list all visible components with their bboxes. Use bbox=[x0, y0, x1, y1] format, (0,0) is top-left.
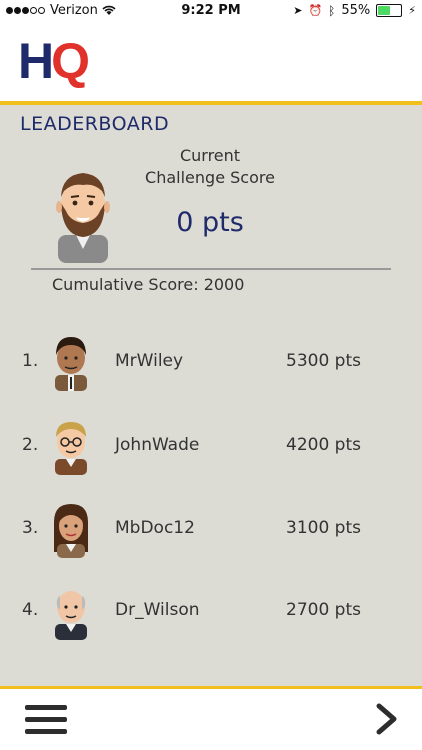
cumulative-score: Cumulative Score: 2000 bbox=[52, 275, 245, 294]
rank-number: 2. bbox=[22, 435, 39, 455]
current-score-value: 0 pts bbox=[176, 207, 244, 238]
leaderboard-row[interactable]: 1. MrWiley 5300 pts bbox=[0, 333, 422, 393]
male-avatar-icon bbox=[55, 337, 87, 391]
chevron-right-icon[interactable] bbox=[374, 702, 400, 736]
player-points: 5300 pts bbox=[286, 351, 361, 371]
location-icon: ➤ bbox=[293, 4, 303, 17]
rank-number: 4. bbox=[22, 600, 39, 620]
bluetooth-icon: ᛒ bbox=[328, 3, 336, 18]
hq-logo[interactable]: HQ bbox=[18, 36, 90, 86]
player-name: MrWiley bbox=[115, 351, 184, 371]
app-header: HQ bbox=[0, 22, 422, 102]
player-points: 3100 pts bbox=[286, 518, 361, 538]
leaderboard-panel: LEADERBOARD Current Challenge Score 0 pt… bbox=[0, 105, 422, 687]
alarm-icon: ⏰ bbox=[308, 4, 323, 17]
page-title: LEADERBOARD bbox=[20, 113, 170, 135]
player-name: Dr_Wilson bbox=[115, 600, 200, 620]
glasses-avatar-icon bbox=[55, 422, 87, 475]
player-name: JohnWade bbox=[115, 435, 200, 455]
leaderboard-row[interactable]: 2. JohnWade 4200 pts bbox=[0, 417, 422, 477]
score-divider bbox=[31, 268, 391, 270]
leaderboard-row[interactable]: 3. MbDoc12 3100 pts bbox=[0, 500, 422, 560]
bottom-nav bbox=[0, 689, 422, 750]
status-bar: Verizon 9:22 PM ➤ ⏰ ᛒ 55% ⚡ bbox=[0, 0, 422, 22]
player-points: 2700 pts bbox=[286, 600, 361, 620]
rank-number: 3. bbox=[22, 518, 39, 538]
battery-icon bbox=[376, 4, 403, 17]
player-points: 4200 pts bbox=[286, 435, 361, 455]
player-name: MbDoc12 bbox=[115, 518, 195, 538]
female-avatar-icon bbox=[54, 504, 88, 558]
battery-percent: 55% bbox=[341, 3, 371, 18]
leaderboard-row[interactable]: 4. Dr_Wilson 2700 pts bbox=[0, 582, 422, 642]
hamburger-menu-icon[interactable] bbox=[25, 705, 67, 735]
charging-icon: ⚡ bbox=[408, 4, 416, 17]
current-score-label: Current Challenge Score bbox=[130, 145, 290, 189]
current-label-line1: Current bbox=[179, 146, 241, 165]
current-label-line2: Challenge Score bbox=[145, 168, 275, 187]
user-avatar-icon bbox=[56, 173, 110, 263]
status-right: ➤ ⏰ ᛒ 55% ⚡ bbox=[293, 3, 416, 18]
bald-avatar-icon bbox=[55, 591, 87, 640]
rank-number: 1. bbox=[22, 351, 39, 371]
